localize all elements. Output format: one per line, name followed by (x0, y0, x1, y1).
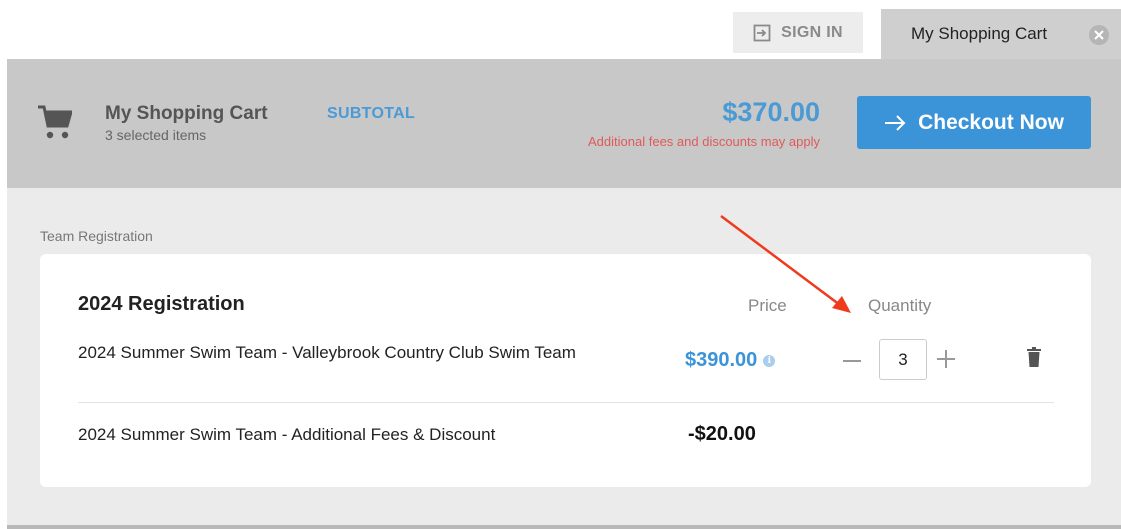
trash-icon[interactable] (1027, 347, 1041, 367)
registration-card: 2024 Registration Price Quantity 2024 Su… (40, 254, 1091, 487)
checkout-now-button[interactable]: Checkout Now (857, 96, 1091, 149)
item-price: $390.00 i (685, 349, 776, 372)
subtotal-amount: $370.00 (722, 97, 820, 127)
checkout-label: Checkout Now (918, 110, 1064, 134)
cart-content: Team Registration 2024 Registration Pric… (7, 188, 1121, 525)
shopping-cart-icon (38, 105, 72, 139)
selected-items-count: 3 selected items (105, 127, 207, 143)
arrow-right-icon (885, 114, 906, 131)
card-title: 2024 Registration (78, 293, 245, 315)
item-price-value: $390.00 (685, 349, 758, 371)
info-icon[interactable]: i (763, 354, 776, 367)
item-divider (78, 402, 1054, 403)
item-name: 2024 Summer Swim Team - Additional Fees … (78, 425, 496, 444)
fees-note: Additional fees and discounts may apply (588, 134, 820, 149)
cart-title: My Shopping Cart (105, 103, 268, 124)
top-bar: SIGN IN My Shopping Cart (0, 0, 1121, 59)
quantity-increase-button[interactable] (937, 350, 955, 368)
price-column-header: Price (748, 296, 787, 315)
close-cart-button[interactable] (1089, 25, 1109, 45)
subtotal-label: SUBTOTAL (327, 105, 416, 122)
cart-summary-header: My Shopping Cart 3 selected items SUBTOT… (7, 59, 1121, 188)
quantity-input[interactable] (879, 339, 927, 380)
sign-in-label: SIGN IN (781, 23, 843, 41)
bottom-border (7, 525, 1121, 529)
sign-in-button[interactable]: SIGN IN (733, 12, 863, 53)
tab-my-shopping-cart[interactable]: My Shopping Cart (881, 9, 1121, 59)
sign-in-icon (753, 24, 771, 41)
close-icon (1094, 30, 1104, 40)
item-name: 2024 Summer Swim Team - Valleybrook Coun… (78, 343, 576, 362)
quantity-column-header: Quantity (868, 296, 932, 315)
item-price: -$20.00 (688, 423, 756, 445)
section-label: Team Registration (40, 228, 153, 244)
quantity-decrease-button[interactable] (843, 360, 861, 362)
cart-tab-label: My Shopping Cart (911, 24, 1048, 43)
